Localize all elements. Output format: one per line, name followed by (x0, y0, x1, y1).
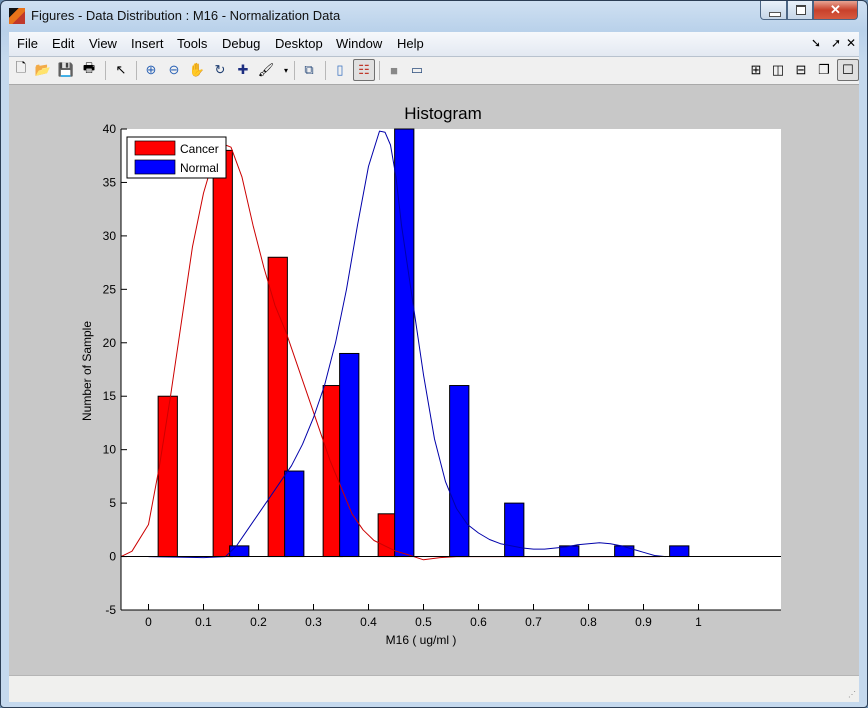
menu-insert[interactable]: Insert (131, 36, 164, 51)
tile-grid-icon[interactable]: ⊞ (747, 61, 765, 79)
legend[interactable]: Cancer Normal (126, 136, 227, 179)
bar-cancer-0 (157, 395, 178, 558)
figure-window: Figures - Data Distribution : M16 - Norm… (0, 0, 868, 708)
menu-debug[interactable]: Debug (222, 36, 260, 51)
y-tick-label: 30 (103, 229, 117, 243)
bar-normal-2 (339, 352, 360, 558)
bar-normal-0 (229, 545, 250, 558)
menu-desktop[interactable]: Desktop (275, 36, 323, 51)
save-icon[interactable]: 💾 (57, 61, 75, 79)
bar-normal-5 (504, 502, 525, 558)
bar-normal-7 (614, 545, 635, 558)
bar-normal-8 (669, 545, 690, 558)
menu-bar: File Edit View Insert Tools Debug Deskto… (9, 32, 859, 57)
x-tick-label: 0.3 (305, 615, 322, 629)
y-tick-label: 0 (109, 550, 116, 564)
legend-label-cancer: Cancer (180, 142, 219, 156)
hide-plot-tools-icon[interactable]: ■ (385, 61, 403, 79)
legend-label-normal: Normal (180, 161, 219, 175)
y-axis-label: Number of Sample (80, 321, 94, 421)
y-tick-label: 10 (103, 443, 117, 457)
x-tick-label: 0.7 (525, 615, 542, 629)
data-cursor-icon[interactable]: ✚ (234, 61, 252, 79)
y-tick-label: 5 (109, 496, 116, 510)
pan-hand-icon[interactable]: ✋ (188, 61, 206, 79)
histogram-chart: Histogram 0 0.1 0.2 0.3 0.4 0.5 0.6 0.7 0.8 0.9 1 -… (80, 104, 781, 647)
x-axis-label: M16 ( ug/ml ) (386, 633, 457, 647)
y-tick-label: 15 (103, 389, 117, 403)
select-arrow-icon[interactable]: ↖ (112, 61, 130, 79)
undock-icon[interactable]: ➚ (831, 36, 841, 50)
menu-window[interactable]: Window (336, 36, 382, 51)
link-plot-icon[interactable]: ⧉ (300, 61, 318, 79)
legend-icon[interactable]: ☷ (353, 59, 375, 81)
bar-normal-1 (284, 470, 305, 558)
print-icon[interactable]: 🖶 (80, 60, 98, 79)
x-tick-label: 1 (695, 615, 702, 629)
menu-edit[interactable]: Edit (52, 36, 74, 51)
zoom-in-icon[interactable]: ⊕ (142, 61, 160, 79)
x-tick-label: 0.4 (360, 615, 377, 629)
x-tick-label: 0.6 (470, 615, 487, 629)
y-tick-label: 20 (103, 336, 117, 350)
toolbar-separator (294, 61, 295, 80)
minimize-button[interactable] (760, 1, 787, 20)
x-tick-label: 0.5 (415, 615, 432, 629)
zoom-out-icon[interactable]: ⊖ (165, 61, 183, 79)
close-button[interactable]: ✕ (813, 1, 858, 20)
legend-swatch-cancer (134, 140, 176, 156)
dock-icon[interactable]: ➘ (811, 36, 821, 50)
rotate-3d-icon[interactable]: ↻ (211, 61, 229, 79)
show-plot-tools-icon[interactable]: ▭ (408, 61, 426, 79)
menu-file[interactable]: File (17, 36, 38, 51)
x-tick-label: 0.8 (580, 615, 597, 629)
brush-dropdown-icon[interactable]: ▾ (277, 61, 295, 79)
close-icon[interactable]: ✕ (846, 36, 856, 50)
y-tick-label: 40 (103, 122, 117, 136)
window-title: Figures - Data Distribution : M16 - Norm… (31, 8, 341, 23)
bar-cancer-1 (212, 149, 233, 558)
toolbar-separator (105, 61, 106, 80)
y-tick-label: -5 (105, 603, 116, 617)
figure-canvas: Histogram 0 0.1 0.2 0.3 0.4 0.5 0.6 0.7 0.8 0.9 1 -… (9, 85, 859, 675)
new-figure-icon[interactable]: 🗋 (12, 60, 30, 79)
legend-swatch-normal (134, 159, 176, 175)
matlab-logo-icon (9, 8, 25, 24)
open-file-icon[interactable]: 📂 (34, 61, 52, 79)
chart-title: Histogram (404, 104, 481, 123)
title-bar[interactable]: Figures - Data Distribution : M16 - Norm… (1, 1, 867, 31)
toolbar-separator (136, 61, 137, 80)
colorbar-icon[interactable]: ▯ (331, 61, 349, 79)
maximize-icon[interactable]: ☐ (837, 59, 859, 81)
menu-help[interactable]: Help (397, 36, 424, 51)
brush-icon[interactable]: 🖌 (257, 61, 275, 79)
x-tick-label: 0.2 (250, 615, 267, 629)
figure-toolbar: 🗋 📂 💾 🖶 ↖ ⊕ ⊖ ✋ ↻ ✚ 🖌 ▾ ⧉ ▯ ☷ ■ ▭ ⊞ ◫ ⊟ … (9, 57, 859, 85)
x-tick-label: 0.1 (195, 615, 212, 629)
bar-normal-4 (449, 385, 470, 558)
resize-grip-icon[interactable]: ⋰ (848, 690, 856, 699)
tile-columns-icon[interactable]: ◫ (769, 61, 787, 79)
y-tick-label: 35 (103, 175, 117, 189)
tile-rows-icon[interactable]: ⊟ (792, 61, 810, 79)
maximize-button[interactable] (787, 1, 813, 20)
menu-tools[interactable]: Tools (177, 36, 207, 51)
x-tick-label: 0.9 (635, 615, 652, 629)
toolbar-separator (325, 61, 326, 80)
menu-view[interactable]: View (89, 36, 117, 51)
toolbar-separator (379, 61, 380, 80)
status-bar: ⋰ (9, 675, 859, 702)
float-icon[interactable]: ❐ (815, 61, 833, 79)
x-tick-label: 0 (145, 615, 152, 629)
y-tick-label: 25 (103, 282, 117, 296)
